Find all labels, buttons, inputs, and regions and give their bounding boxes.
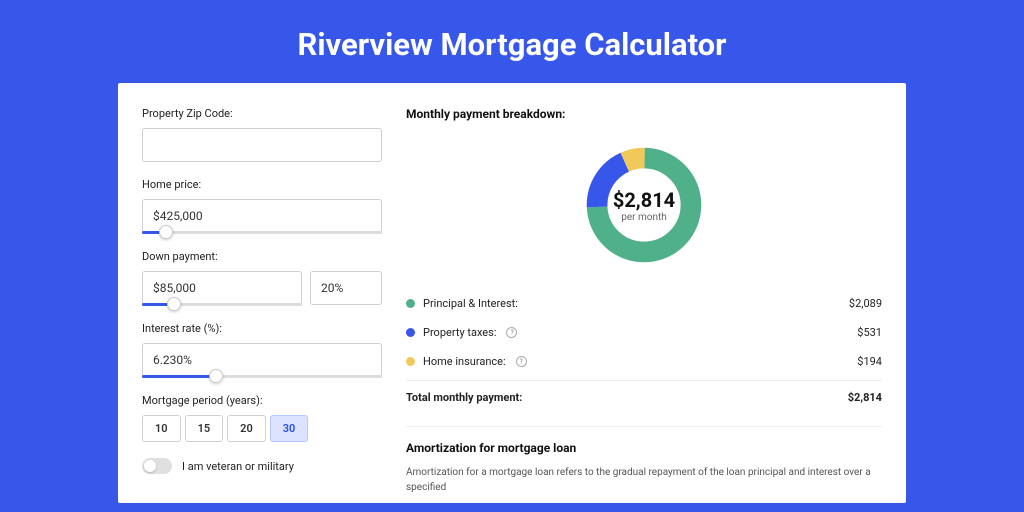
period-btn-30[interactable]: 30 [270,415,309,442]
period-label: Mortgage period (years): [142,394,382,407]
home-price-label: Home price: [142,178,382,191]
interest-label: Interest rate (%): [142,322,382,335]
down-payment-label: Down payment: [142,250,382,263]
calculator-card: Property Zip Code: Home price: Down paym… [118,83,906,503]
legend-value-insurance: $194 [857,355,882,368]
amortization-text: Amortization for a mortgage loan refers … [406,465,882,495]
legend-label-insurance: Home insurance: [423,355,506,368]
donut-chart: $2,814 per month [406,135,882,275]
amortization-section: Amortization for mortgage loan Amortizat… [406,426,882,495]
veteran-row: I am veteran or military [142,458,382,474]
interest-input[interactable] [142,343,382,377]
home-price-field: Home price: [142,178,382,234]
toggle-knob [144,460,156,472]
breakdown-title: Monthly payment breakdown: [406,107,882,121]
dot-insurance [406,357,415,366]
zip-input[interactable] [142,128,382,162]
legend-row-principal: Principal & Interest: $2,089 [406,289,882,318]
donut-center-sub: per month [613,212,675,223]
home-price-input[interactable] [142,199,382,233]
zip-label: Property Zip Code: [142,107,382,120]
legend-value-taxes: $531 [857,326,882,339]
inputs-panel: Property Zip Code: Home price: Down paym… [142,107,382,503]
donut-center-amount: $2,814 [613,188,675,212]
period-field: Mortgage period (years): 10 15 20 30 [142,394,382,442]
interest-field: Interest rate (%): [142,322,382,378]
legend-row-taxes: Property taxes: ? $531 [406,318,882,347]
down-payment-slider-thumb[interactable] [167,297,181,311]
dot-principal [406,299,415,308]
legend-value-principal: $2,089 [849,297,882,310]
dot-taxes [406,328,415,337]
home-price-slider-thumb[interactable] [159,225,173,239]
legend-label-principal: Principal & Interest: [423,297,518,310]
down-payment-input[interactable] [142,271,302,305]
down-payment-slider[interactable] [142,303,302,306]
period-btn-10[interactable]: 10 [142,415,181,442]
page-title: Riverview Mortgage Calculator [0,0,1024,83]
info-icon[interactable]: ? [516,356,527,367]
period-btn-20[interactable]: 20 [227,415,266,442]
info-icon[interactable]: ? [506,327,517,338]
legend-label-taxes: Property taxes: [423,326,496,339]
down-payment-pct-input[interactable] [310,271,382,305]
interest-slider-thumb[interactable] [209,369,223,383]
total-label: Total monthly payment: [406,391,522,404]
legend-row-insurance: Home insurance: ? $194 [406,347,882,376]
amortization-title: Amortization for mortgage loan [406,441,882,455]
zip-field: Property Zip Code: [142,107,382,162]
breakdown-panel: Monthly payment breakdown: $2,814 per mo… [406,107,882,503]
veteran-toggle[interactable] [142,458,172,474]
period-buttons: 10 15 20 30 [142,415,382,442]
period-btn-15[interactable]: 15 [185,415,224,442]
down-payment-field: Down payment: [142,250,382,306]
interest-slider[interactable] [142,375,382,378]
legend-row-total: Total monthly payment: $2,814 [406,380,882,412]
home-price-slider[interactable] [142,231,382,234]
total-value: $2,814 [848,391,882,404]
veteran-label: I am veteran or military [182,460,294,473]
